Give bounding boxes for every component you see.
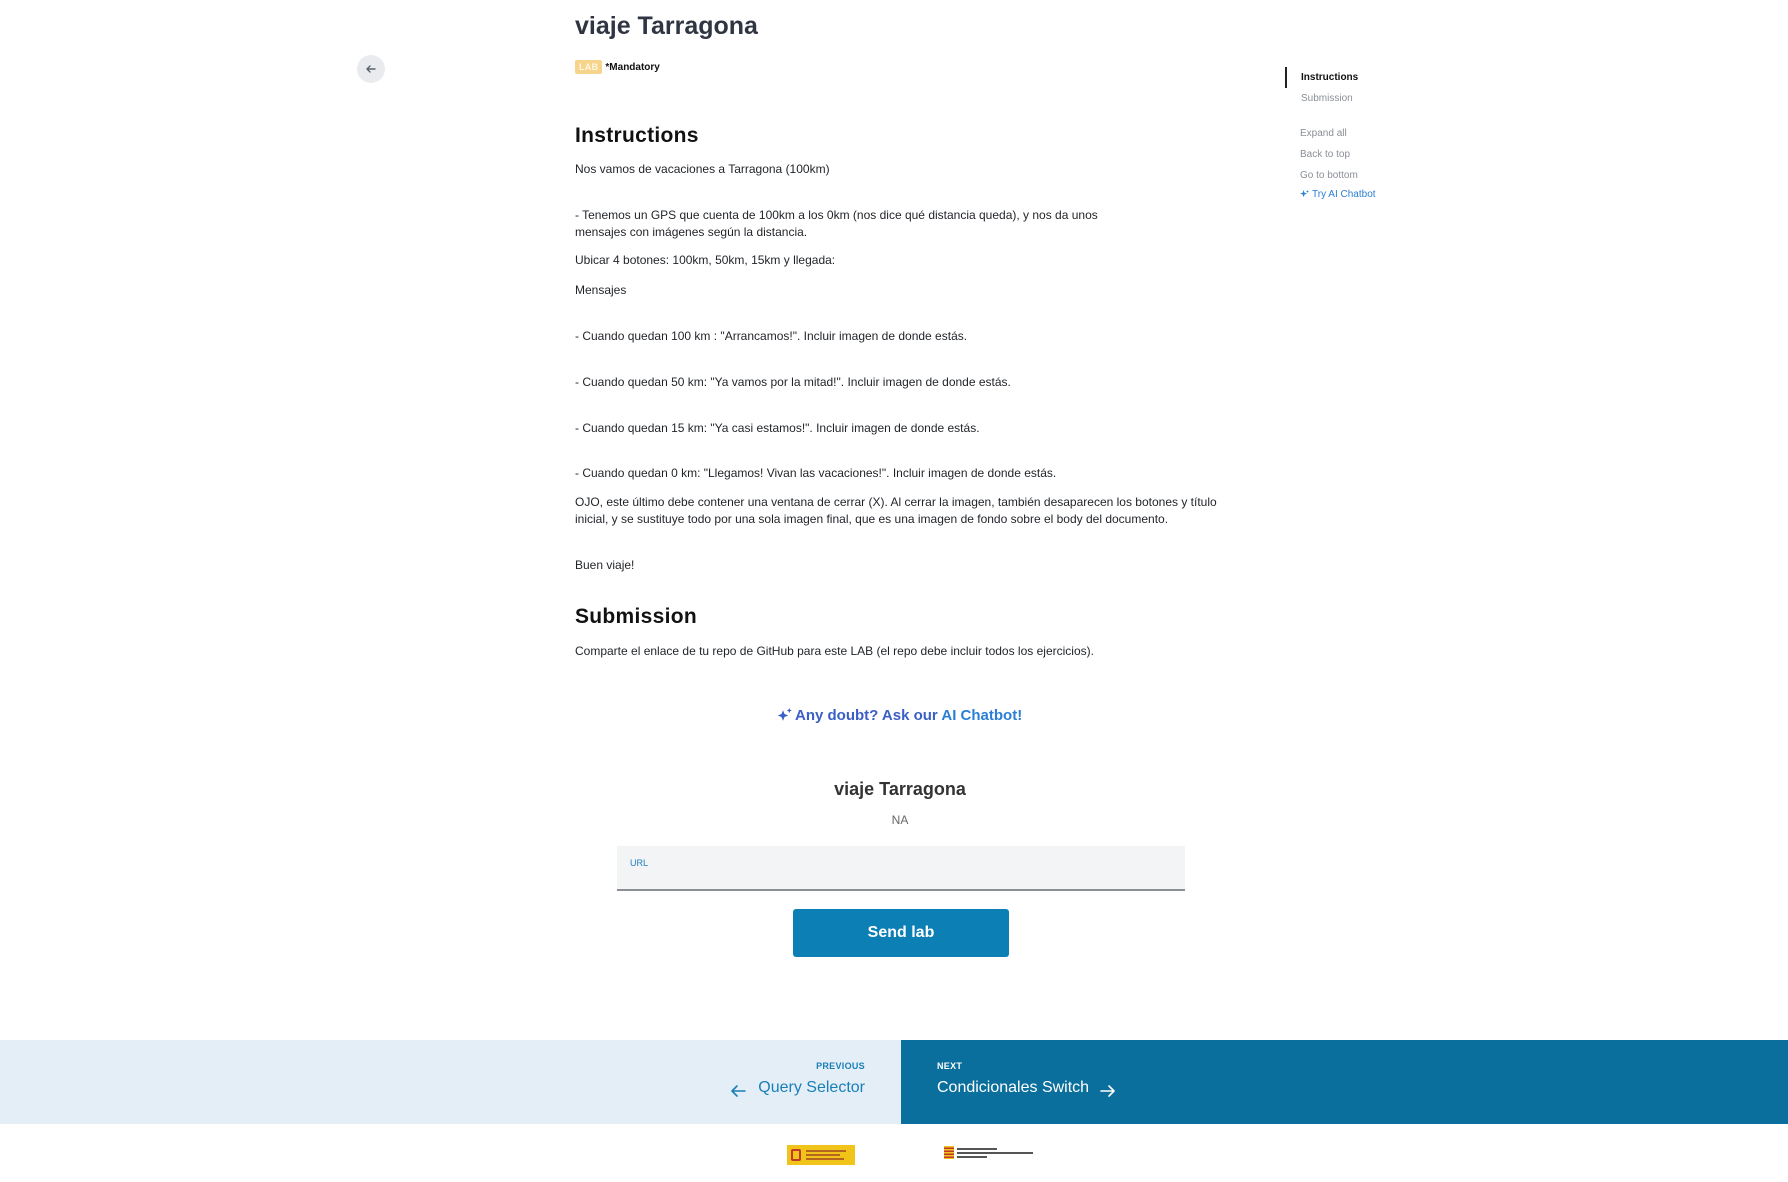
url-field-label: URL: [630, 858, 649, 868]
lab-badge: LAB: [575, 60, 603, 74]
instructions-heading: Instructions: [575, 124, 699, 147]
instructions-paragraph: - Cuando quedan 15 km: "Ya casi estamos!…: [575, 421, 980, 435]
submission-status: NA: [891, 813, 909, 827]
previous-lesson-link[interactable]: PREVIOUS Query Selector: [0, 1040, 901, 1124]
catalonia-government-logo: [944, 1146, 1033, 1159]
chatbot-prompt-highlight: AI Chatbot!: [941, 707, 1023, 724]
instructions-paragraph: - Cuando quedan 50 km: "Ya vamos por la …: [575, 375, 1011, 389]
instructions-paragraph: - Cuando quedan 0 km: "Llegamos! Vivan l…: [575, 466, 1057, 480]
instructions-paragraph: Ubicar 4 botones: 100km, 50km, 15km y ll…: [575, 253, 836, 267]
back-to-top-link[interactable]: Back to top: [1300, 149, 1350, 160]
toc-item-submission[interactable]: Submission: [1301, 93, 1353, 104]
send-lab-button[interactable]: Send lab: [793, 909, 1009, 957]
toc-active-indicator: [1285, 67, 1287, 88]
next-label: NEXT: [937, 1061, 963, 1071]
arrow-left-icon: [366, 65, 376, 73]
next-title: Condicionales Switch: [937, 1079, 1090, 1096]
instructions-paragraph: Nos vamos de vacaciones a Tarragona (100…: [575, 162, 830, 176]
back-button[interactable]: [357, 55, 385, 83]
arrow-right-icon: [1100, 1085, 1115, 1097]
instructions-paragraph: - Cuando quedan 100 km : "Arrancamos!". …: [575, 329, 968, 343]
mandatory-label: *Mandatory: [605, 61, 660, 73]
expand-all-link[interactable]: Expand all: [1300, 128, 1347, 139]
sparkle-icon: [1300, 190, 1309, 198]
chatbot-prompt-text: Any doubt? Ask our: [795, 707, 942, 724]
sparkle-icon: [777, 708, 792, 721]
spain-coat-of-arms-icon: [791, 1149, 801, 1161]
instructions-paragraph: OJO, este último debe contener una venta…: [575, 495, 1217, 526]
submission-text: Comparte el enlace de tu repo de GitHub …: [575, 644, 1094, 658]
url-input[interactable]: [629, 868, 1173, 888]
go-to-bottom-link[interactable]: Go to bottom: [1300, 170, 1358, 181]
toc-item-instructions[interactable]: Instructions: [1301, 72, 1358, 83]
instructions-paragraph: - Tenemos un GPS que cuenta de 100km a l…: [575, 208, 1098, 239]
previous-title: Query Selector: [758, 1079, 865, 1096]
try-ai-chatbot-label: Try AI Chatbot: [1312, 189, 1376, 200]
arrow-left-icon: [731, 1085, 746, 1097]
ai-chatbot-prompt[interactable]: Any doubt? Ask our AI Chatbot!: [777, 707, 1022, 724]
submission-heading: Submission: [575, 605, 698, 628]
instructions-paragraph: Mensajes: [575, 283, 627, 297]
catalonia-flag-icon: [944, 1146, 954, 1159]
tag-row: LAB *Mandatory: [575, 60, 660, 74]
try-ai-chatbot-link[interactable]: Try AI Chatbot: [1300, 189, 1376, 200]
previous-label: PREVIOUS: [816, 1061, 865, 1071]
page-title: viaje Tarragona: [575, 12, 758, 40]
submission-form-title: viaje Tarragona: [834, 779, 966, 799]
instructions-paragraph: Buen viaje!: [575, 558, 635, 572]
next-lesson-link[interactable]: NEXT Condicionales Switch: [901, 1040, 1788, 1124]
spain-government-logo: [787, 1145, 855, 1165]
url-field[interactable]: URL: [617, 846, 1185, 891]
